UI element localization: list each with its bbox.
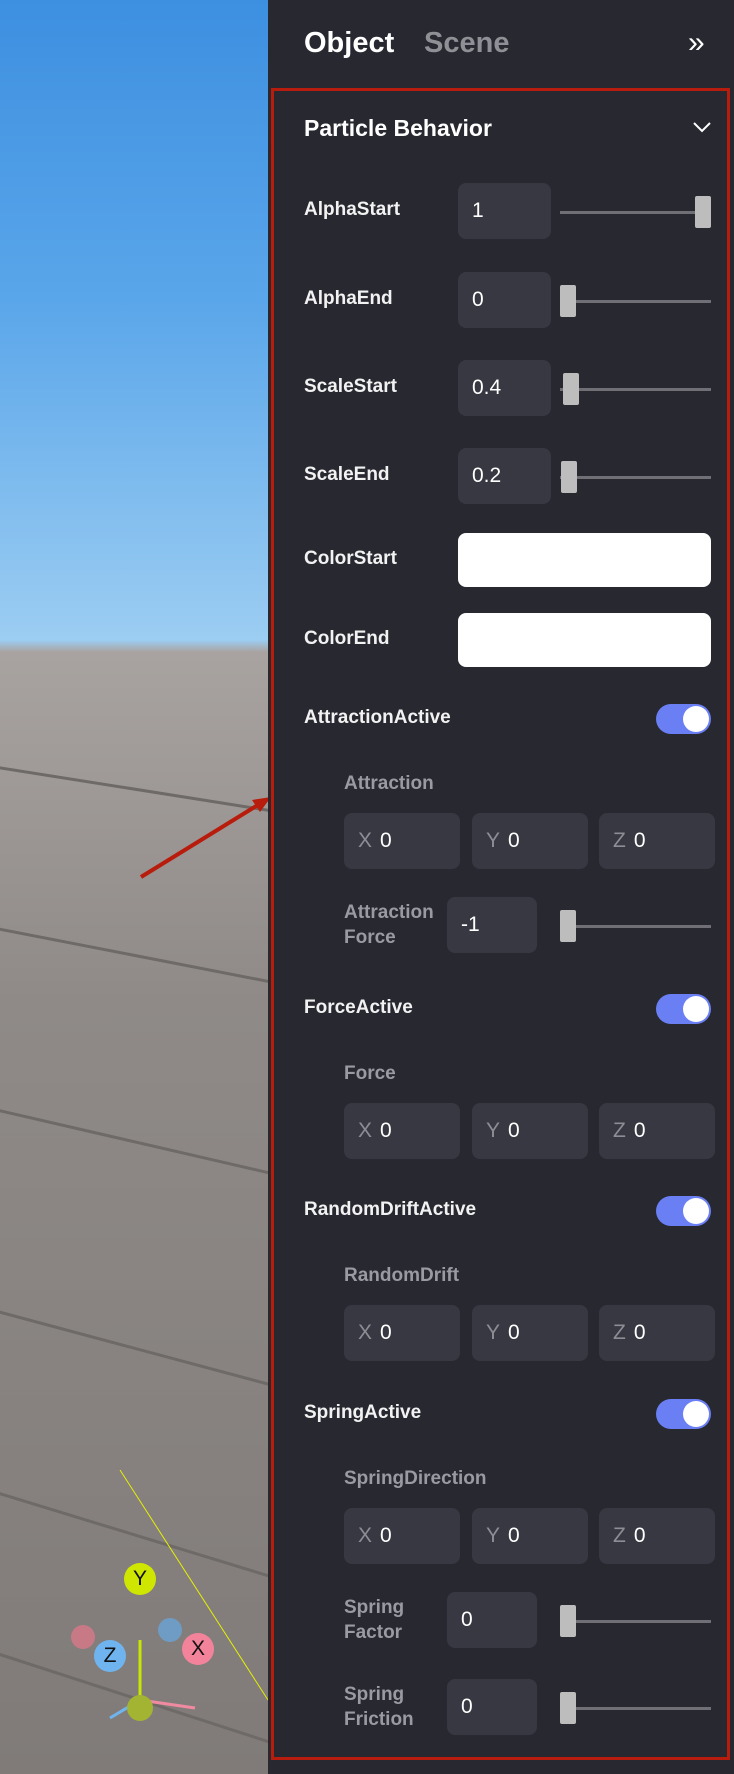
axis-label: Z <box>613 1524 626 1547</box>
axis-label: Y <box>486 829 501 852</box>
axis-value: 0 <box>508 1119 520 1142</box>
axis-value: 0 <box>633 1321 646 1344</box>
slider[interactable] <box>560 910 711 942</box>
slider-thumb[interactable] <box>562 373 579 405</box>
axis-label: Y <box>486 1524 501 1547</box>
vector-label: Force <box>344 1063 396 1084</box>
gizmo-z-axis[interactable]: Z <box>94 1640 126 1672</box>
vector-z-input[interactable]: Z0 <box>599 1103 715 1159</box>
color-swatch[interactable] <box>458 533 711 587</box>
slider-thumb[interactable] <box>560 910 576 942</box>
axis-value: 0 <box>380 829 392 852</box>
axis-label: Y <box>486 1119 501 1142</box>
field-label: ColorEnd <box>304 628 390 649</box>
vector-x-input[interactable]: X0 <box>344 1103 460 1159</box>
vector-label: SpringDirection <box>344 1468 487 1489</box>
number-input[interactable]: 1 <box>458 183 551 239</box>
gizmo-y-axis[interactable]: Y <box>124 1563 156 1595</box>
toggle-switch[interactable] <box>656 704 711 734</box>
axis-value: 0 <box>633 1119 646 1142</box>
vector-x-input[interactable]: X0 <box>344 1305 460 1361</box>
gizmo-overlay <box>71 797 268 1721</box>
vector-y-input[interactable]: Y0 <box>472 813 588 869</box>
toggle-switch[interactable] <box>656 1196 711 1226</box>
field-label: Attraction Force <box>344 902 434 948</box>
axis-value: 0 <box>380 1524 392 1547</box>
vector-z-input[interactable]: Z0 <box>599 1305 715 1361</box>
axis-value: 0 <box>633 829 646 852</box>
tab-object[interactable]: Object <box>304 27 394 60</box>
vector-y-input[interactable]: Y0 <box>472 1103 588 1159</box>
toggle-label: ForceActive <box>304 997 413 1018</box>
slider-thumb[interactable] <box>560 1692 576 1724</box>
toggle-label: AttractionActive <box>304 707 451 728</box>
field-label: Spring Factor <box>344 1597 405 1643</box>
axis-label: X <box>358 1524 373 1547</box>
3d-viewport[interactable]: Y X Z <box>0 0 268 1774</box>
axis-value: 0 <box>633 1524 646 1547</box>
axis-value: 0 <box>508 1524 520 1547</box>
vector-label: Attraction <box>344 773 434 794</box>
field-label: AlphaEnd <box>304 288 393 309</box>
toggle-knob <box>683 1401 709 1427</box>
vector-y-input[interactable]: Y0 <box>472 1508 588 1564</box>
axis-label: X <box>358 829 373 852</box>
vector-z-input[interactable]: Z0 <box>599 1508 715 1564</box>
axis-label: X <box>358 1321 373 1344</box>
toggle-label: RandomDriftActive <box>304 1199 477 1220</box>
axis-value: 0 <box>508 829 520 852</box>
axis-label: X <box>358 1119 373 1142</box>
field-label: ScaleStart <box>304 376 397 397</box>
vector-y-input[interactable]: Y0 <box>472 1305 588 1361</box>
vector-x-input[interactable]: X0 <box>344 813 460 869</box>
collapse-panel-icon[interactable]: » <box>688 26 705 60</box>
vector-label: RandomDrift <box>344 1265 460 1286</box>
toggle-knob <box>683 996 709 1022</box>
number-input[interactable]: 0.4 <box>458 360 551 416</box>
axis-value: 0 <box>508 1321 520 1344</box>
axis-label: Y <box>486 1321 501 1344</box>
chevron-down-icon[interactable] <box>692 120 712 134</box>
axis-label: Z <box>613 1119 626 1142</box>
field-label: Spring Friction <box>344 1684 414 1730</box>
slider-thumb[interactable] <box>560 1605 576 1637</box>
axis-value: 0 <box>380 1119 392 1142</box>
section-title[interactable]: Particle Behavior <box>304 115 492 142</box>
toggle-knob <box>683 1198 709 1224</box>
number-input[interactable]: 0 <box>447 1592 537 1648</box>
slider[interactable] <box>560 285 711 317</box>
number-input[interactable]: 0 <box>458 272 551 328</box>
field-label: ScaleEnd <box>304 464 390 485</box>
color-swatch[interactable] <box>458 613 711 667</box>
tab-scene[interactable]: Scene <box>424 27 509 60</box>
axis-label: Z <box>613 1321 626 1344</box>
slider[interactable] <box>560 196 711 228</box>
slider[interactable] <box>560 373 711 405</box>
slider-thumb[interactable] <box>560 285 576 317</box>
number-input[interactable]: -1 <box>447 897 537 953</box>
field-label: AlphaStart <box>304 199 401 220</box>
field-label: ColorStart <box>304 548 397 569</box>
number-input[interactable]: 0.2 <box>458 448 551 504</box>
vector-x-input[interactable]: X0 <box>344 1508 460 1564</box>
axis-value: 0 <box>380 1321 392 1344</box>
gizmo-x-axis[interactable]: X <box>182 1633 214 1665</box>
vector-z-input[interactable]: Z0 <box>599 813 715 869</box>
toggle-knob <box>683 706 709 732</box>
toggle-label: SpringActive <box>304 1402 422 1423</box>
slider[interactable] <box>560 1605 711 1637</box>
slider-thumb[interactable] <box>695 196 711 228</box>
slider[interactable] <box>560 1692 711 1724</box>
toggle-switch[interactable] <box>656 1399 711 1429</box>
slider[interactable] <box>560 461 711 493</box>
slider-thumb[interactable] <box>561 461 578 493</box>
number-input[interactable]: 0 <box>447 1679 537 1735</box>
toggle-switch[interactable] <box>656 994 711 1024</box>
axis-label: Z <box>613 829 626 852</box>
